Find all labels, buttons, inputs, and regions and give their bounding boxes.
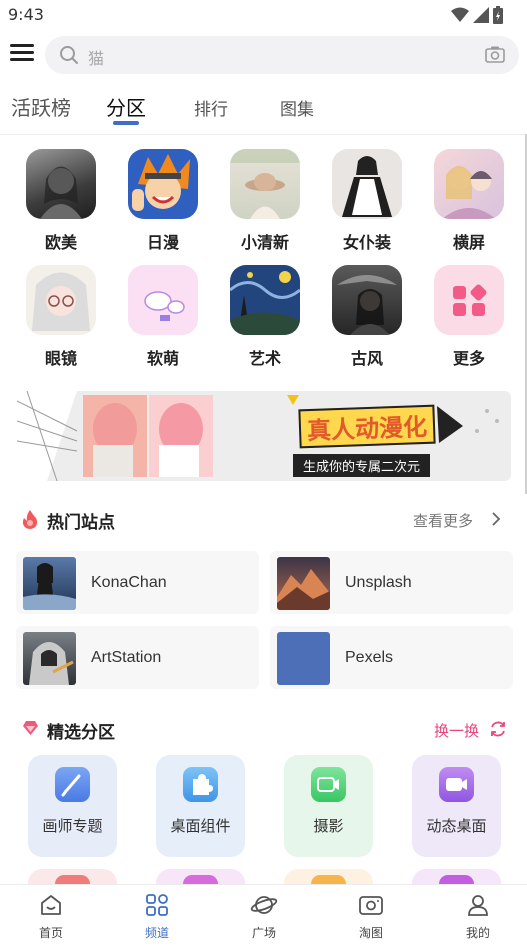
- site-name: KonaChan: [91, 574, 167, 591]
- menu-icon: [10, 44, 34, 47]
- category-western[interactable]: 欧美: [25, 149, 97, 253]
- bottom-nav: 首页 频道 广场 淘图 我的: [0, 884, 527, 946]
- category-thumbnail: [332, 265, 402, 335]
- menu-button[interactable]: [10, 44, 34, 64]
- status-time: 9:43: [8, 5, 44, 24]
- category-thumbnail: [434, 149, 504, 219]
- nav-label: 首页: [38, 926, 63, 940]
- more-grid-icon: [453, 284, 487, 316]
- hot-sites-title: 热门站点: [47, 513, 115, 533]
- tab-ranking[interactable]: 排行: [194, 95, 228, 120]
- featured-photography[interactable]: 摄影: [284, 755, 373, 857]
- featured-title: 精选分区: [47, 723, 115, 743]
- nav-find-images[interactable]: 淘图: [341, 893, 401, 941]
- diamond-heart-icon: [23, 721, 38, 735]
- category-thumbnail: [26, 149, 96, 219]
- brush-icon: [55, 767, 90, 802]
- nav-plaza[interactable]: 广场: [234, 893, 294, 941]
- nav-profile[interactable]: 我的: [448, 893, 508, 941]
- site-card-konachan[interactable]: KonaChan: [16, 551, 259, 614]
- featured-desktop-widgets[interactable]: 桌面组件: [156, 755, 245, 857]
- category-cute[interactable]: 软萌: [127, 265, 199, 369]
- category-label: 眼镜: [44, 349, 77, 368]
- video-icon: [439, 767, 474, 802]
- category-label: 小清新: [240, 233, 289, 252]
- status-icons: [451, 6, 503, 24]
- category-label: 欧美: [44, 233, 77, 252]
- status-bar: 9:43: [0, 0, 527, 30]
- site-thumbnail: [23, 557, 76, 610]
- featured-refresh[interactable]: 换一换: [434, 720, 479, 741]
- tab-gallery[interactable]: 图集: [280, 95, 314, 120]
- category-art[interactable]: 艺术: [229, 265, 301, 369]
- category-label: 软萌: [146, 349, 179, 368]
- category-ancient[interactable]: 古风: [331, 265, 403, 369]
- category-more[interactable]: 更多: [433, 265, 505, 369]
- search-input[interactable]: 猫: [45, 36, 519, 74]
- site-name: Unsplash: [345, 574, 412, 591]
- featured-live-wallpaper[interactable]: 动态桌面: [412, 755, 501, 857]
- category-thumbnail: [128, 265, 198, 335]
- site-name: Pexels: [345, 649, 394, 666]
- wifi-icon: [451, 7, 469, 22]
- planet-icon: [250, 896, 278, 914]
- site-thumbnail: [277, 632, 330, 685]
- nav-label: 频道: [144, 926, 169, 940]
- category-label: 更多: [452, 349, 485, 368]
- category-label: 古风: [350, 349, 383, 368]
- featured-label: 画师专题: [42, 817, 103, 835]
- site-thumbnail: [23, 632, 76, 685]
- tab-active-rank[interactable]: 活跃榜: [11, 92, 71, 121]
- category-maid[interactable]: 女仆装: [331, 149, 403, 253]
- category-label: 横屏: [452, 233, 485, 252]
- user-icon: [468, 895, 488, 916]
- category-anime[interactable]: 日漫: [127, 149, 199, 253]
- tab-category[interactable]: 分区: [106, 92, 146, 121]
- signal-icon: [473, 7, 489, 23]
- fire-icon: [22, 510, 38, 529]
- nav-label: 我的: [465, 926, 490, 940]
- chevron-right-icon[interactable]: [492, 512, 501, 526]
- category-fresh[interactable]: 小清新: [229, 149, 301, 253]
- photo-icon: [359, 896, 383, 915]
- promo-banner[interactable]: 真人动漫化 生成你的专属二次元: [17, 391, 511, 481]
- category-thumbnail: [128, 149, 198, 219]
- nav-channel[interactable]: 频道: [127, 893, 187, 941]
- site-card-artstation[interactable]: ArtStation: [16, 626, 259, 689]
- category-thumbnail: [230, 149, 300, 219]
- site-name: ArtStation: [91, 649, 162, 666]
- category-label: 日漫: [146, 233, 179, 252]
- category-landscape[interactable]: 横屏: [433, 149, 505, 253]
- hot-sites-more[interactable]: 查看更多: [413, 510, 473, 531]
- category-glasses[interactable]: 眼镜: [25, 265, 97, 369]
- battery-icon: [493, 6, 503, 24]
- category-label: 女仆装: [342, 233, 391, 252]
- site-card-unsplash[interactable]: Unsplash: [270, 551, 513, 614]
- nav-label: 广场: [251, 926, 276, 940]
- puzzle-icon: [183, 767, 218, 802]
- refresh-icon[interactable]: [489, 720, 507, 738]
- nav-home[interactable]: 首页: [21, 893, 81, 941]
- category-label: 艺术: [248, 349, 281, 368]
- category-thumbnail: [26, 265, 96, 335]
- category-thumbnail: [434, 265, 504, 335]
- grid-icon: [146, 894, 168, 916]
- featured-artist-topics[interactable]: 画师专题: [28, 755, 117, 857]
- video-camera-icon: [311, 767, 346, 802]
- nav-label: 淘图: [358, 926, 383, 940]
- category-thumbnail: [230, 265, 300, 335]
- site-card-pexels[interactable]: Pexels: [270, 626, 513, 689]
- category-thumbnail: [332, 149, 402, 219]
- banner-title: 真人动漫化: [298, 404, 436, 449]
- banner-subtitle: 生成你的专属二次元: [293, 454, 431, 477]
- featured-label: 动态桌面: [426, 817, 487, 835]
- camera-icon[interactable]: [485, 45, 505, 63]
- tab-indicator: [113, 121, 139, 125]
- site-thumbnail: [277, 557, 330, 610]
- search-icon: [60, 46, 78, 64]
- featured-label: 摄影: [313, 817, 344, 835]
- featured-label: 桌面组件: [170, 817, 231, 835]
- search-placeholder: 猫: [88, 49, 105, 68]
- home-icon: [41, 895, 61, 915]
